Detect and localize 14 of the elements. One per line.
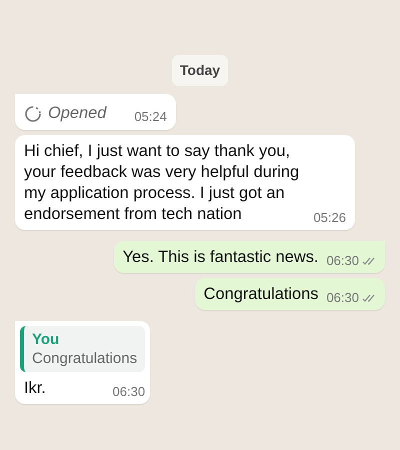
message-time: 06:30 — [326, 254, 359, 268]
message-time: 06:30 — [326, 291, 359, 305]
message-time: 05:26 — [313, 211, 346, 225]
message-time: 05:24 — [134, 110, 167, 124]
view-once-icon — [24, 104, 42, 122]
quote-text: Congratulations — [32, 349, 138, 368]
quote-author: You — [32, 330, 60, 349]
date-chip: Today — [172, 55, 228, 86]
message-text: Congratulations — [204, 284, 318, 305]
message-text: Ikr. — [24, 378, 46, 399]
message-time: 06:30 — [112, 385, 146, 399]
opened-label: Opened — [48, 103, 106, 124]
message-text: Hi chief, I just want to say thank you, your feedback was very helpful during my application process. I just got an endorsement from tech nation — [24, 141, 300, 225]
message-text: Yes. This is fantastic news. — [122, 247, 318, 268]
